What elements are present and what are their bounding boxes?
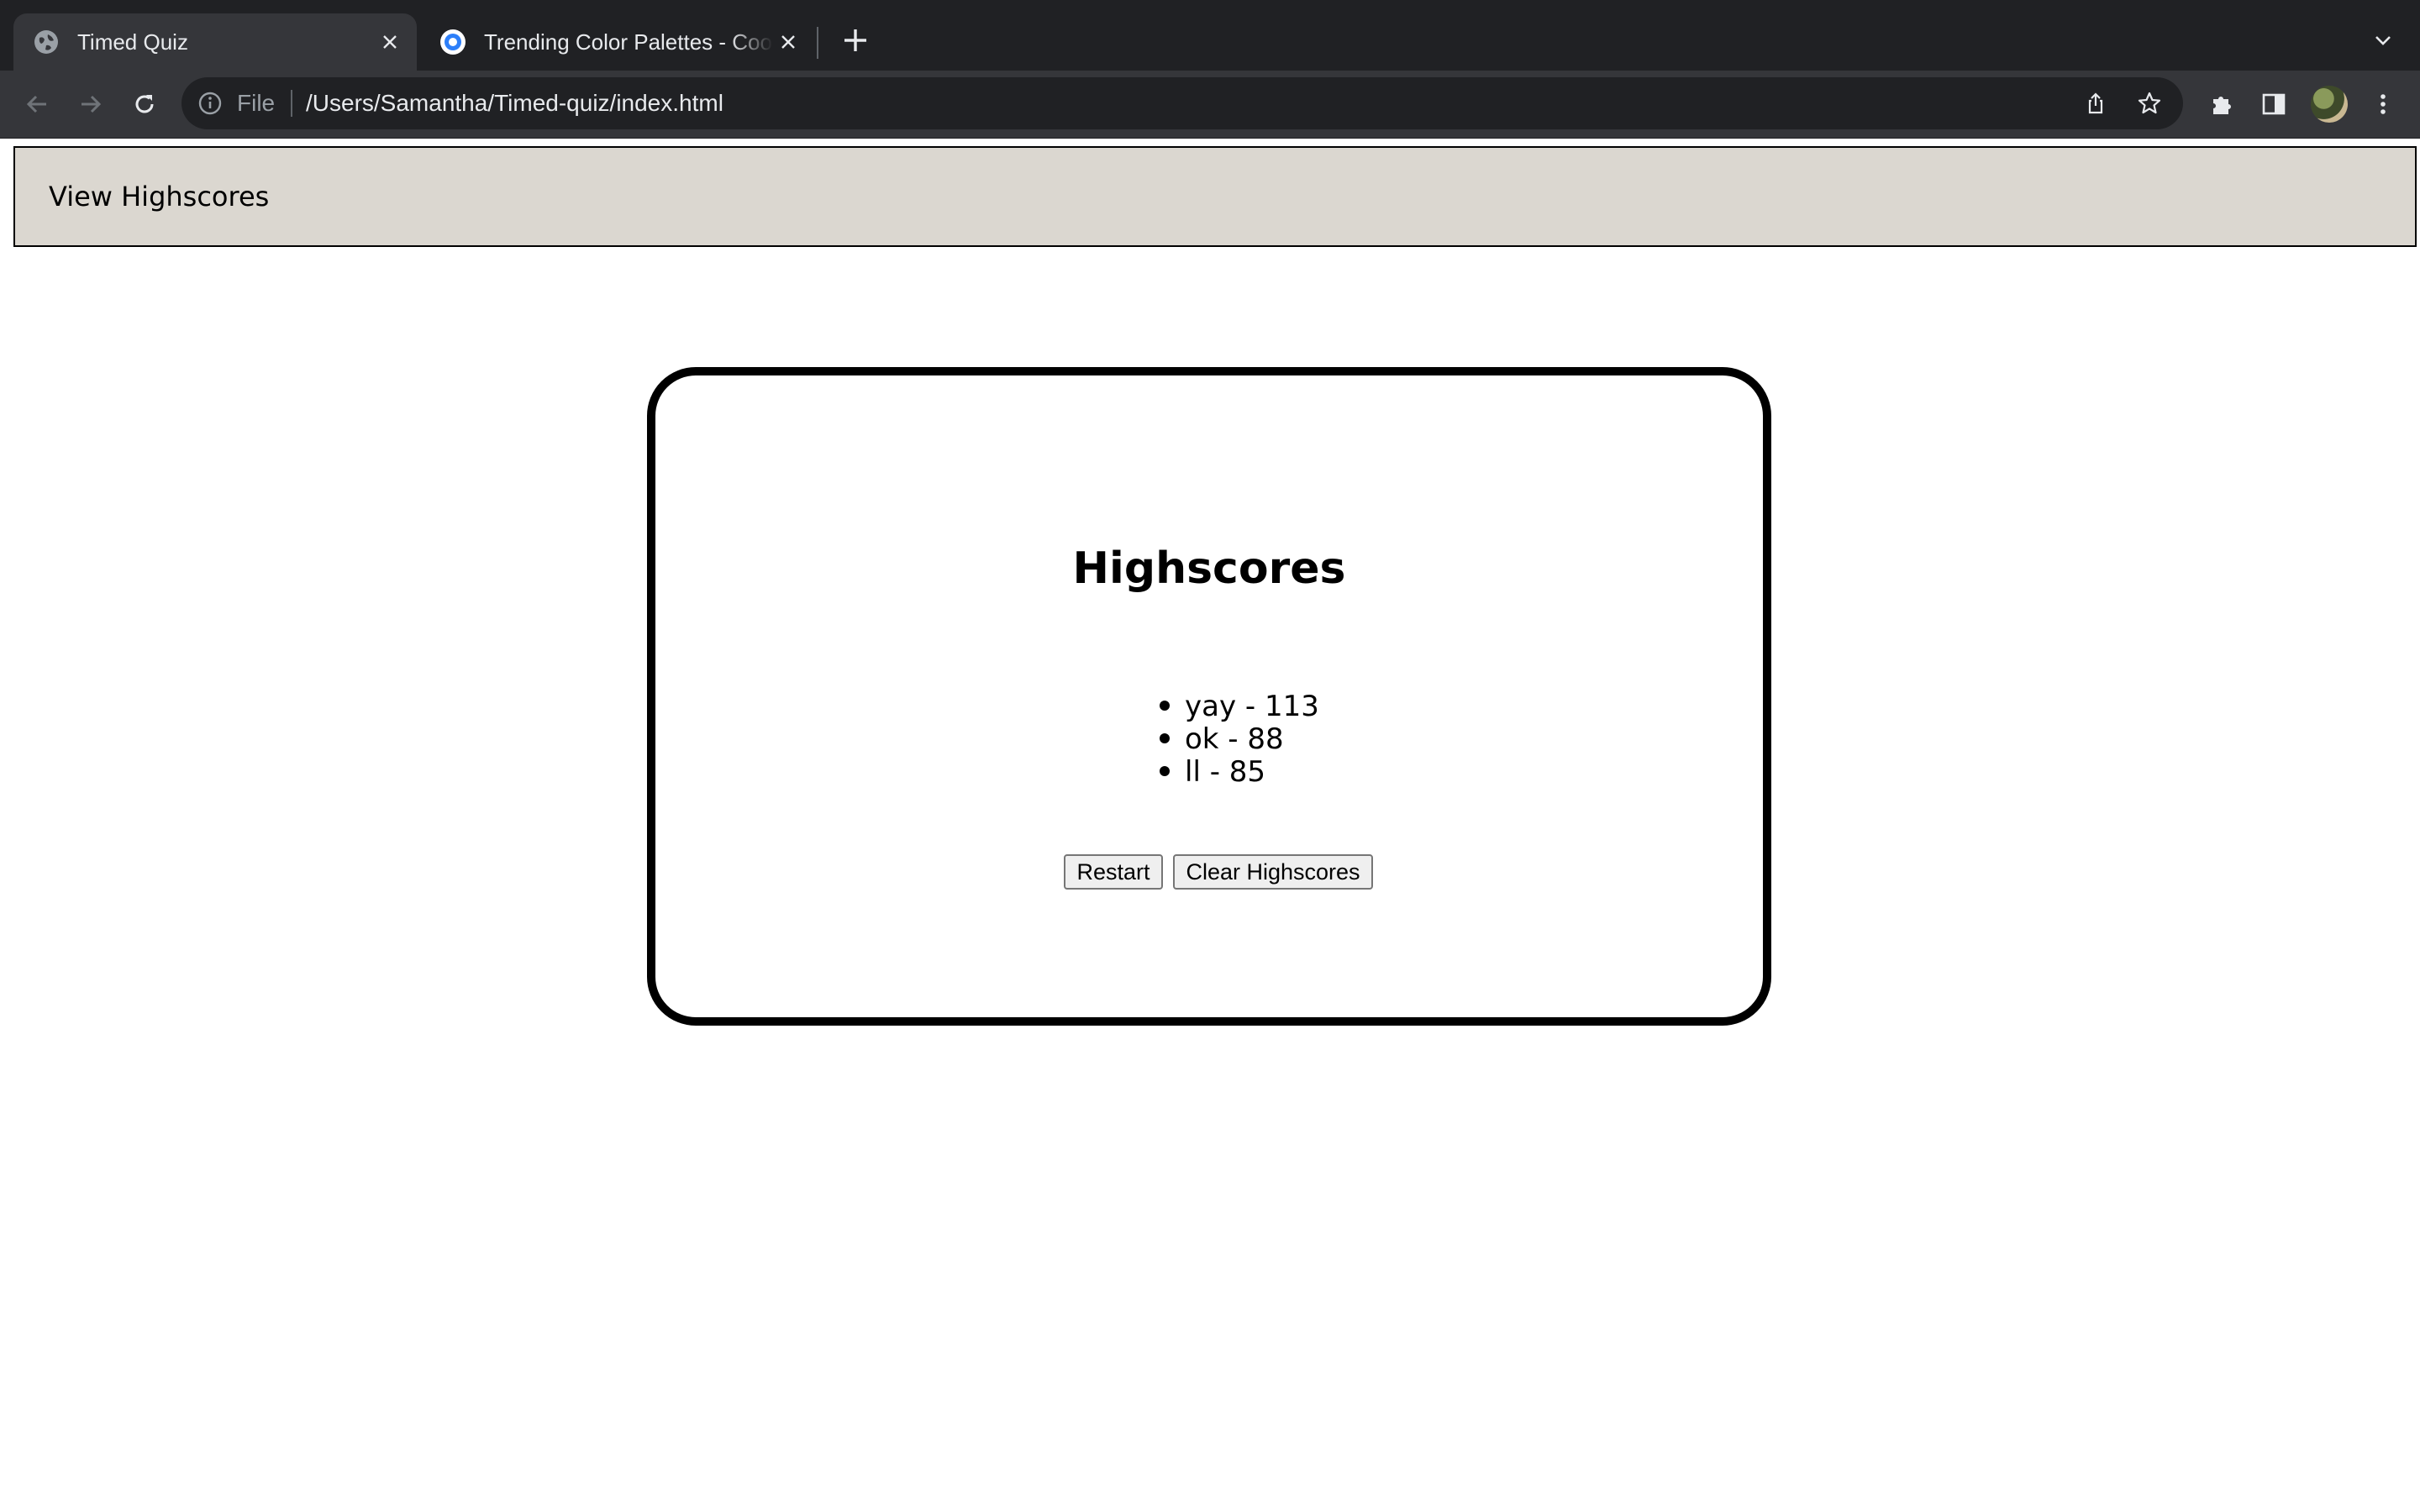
browser-tab-strip: Timed Quiz Trending Color Palettes - Coo… [0, 0, 2420, 71]
highscores-list: yay - 113 ok - 88 ll - 85 [1160, 690, 1319, 789]
info-icon[interactable] [197, 90, 224, 117]
profile-avatar[interactable] [2311, 86, 2348, 123]
url-text[interactable]: /Users/Samantha/Timed-quiz/index.html [306, 77, 723, 129]
page-header: View Highscores [13, 146, 2417, 247]
back-arrow-icon[interactable] [18, 86, 55, 123]
list-item: ok - 88 [1160, 723, 1319, 756]
globe-icon [34, 29, 59, 55]
restart-button[interactable]: Restart [1064, 854, 1163, 890]
list-item: yay - 113 [1160, 690, 1319, 723]
score-entry: yay - 113 [1185, 690, 1319, 723]
bookmark-star-icon[interactable] [2134, 88, 2165, 118]
tab-search-chevron-icon[interactable] [2366, 24, 2400, 57]
close-tab-icon[interactable] [375, 27, 405, 57]
tab-timed-quiz[interactable]: Timed Quiz [13, 13, 417, 71]
address-bar[interactable]: File /Users/Samantha/Timed-quiz/index.ht… [182, 77, 2183, 129]
reload-icon[interactable] [126, 86, 163, 123]
score-entry: ok - 88 [1185, 722, 1284, 756]
share-icon[interactable] [2081, 88, 2111, 118]
score-entry: ll - 85 [1185, 755, 1266, 789]
more-menu-icon[interactable] [2365, 86, 2402, 123]
tab-title: Trending Color Palettes - Coolors [484, 29, 773, 55]
view-highscores-link[interactable]: View Highscores [49, 148, 269, 245]
new-tab-icon[interactable] [839, 24, 872, 57]
bullet-icon [1160, 700, 1170, 711]
extensions-puzzle-icon[interactable] [2203, 86, 2240, 123]
close-tab-icon[interactable] [773, 27, 803, 57]
tab-separator [817, 27, 818, 59]
side-panel-icon[interactable] [2255, 86, 2292, 123]
clear-highscores-button[interactable]: Clear Highscores [1173, 854, 1373, 890]
highscores-card: Highscores yay - 113 ok - 88 ll - 85 Res… [647, 367, 1771, 1026]
address-separator [291, 90, 292, 117]
browser-toolbar: File /Users/Samantha/Timed-quiz/index.ht… [0, 71, 2420, 139]
coolors-icon [440, 29, 466, 55]
tab-coolors[interactable]: Trending Color Palettes - Coolors [420, 13, 815, 71]
tab-title: Timed Quiz [77, 29, 188, 55]
scheme-label: File [237, 90, 276, 116]
highscores-title: Highscores [1072, 543, 1346, 594]
bullet-icon [1160, 765, 1170, 776]
bullet-icon [1160, 732, 1170, 743]
forward-arrow-icon[interactable] [72, 86, 109, 123]
list-item: ll - 85 [1160, 756, 1319, 789]
